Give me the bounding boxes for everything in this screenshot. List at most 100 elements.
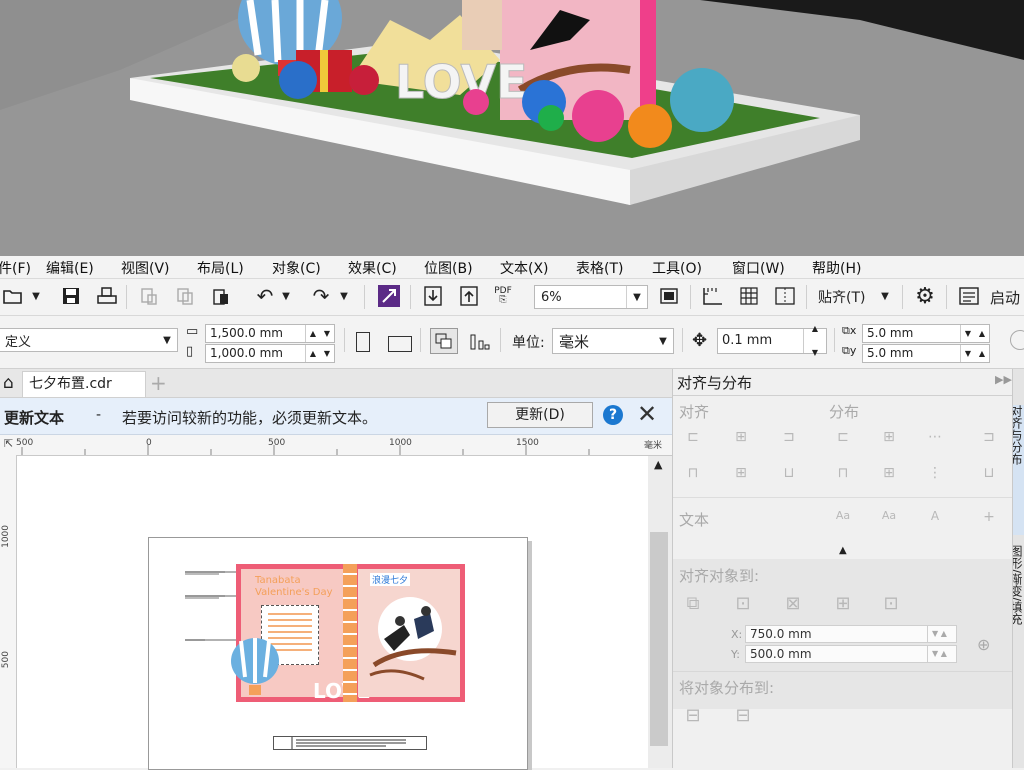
nudge-spinner[interactable]: ▲ ▼ xyxy=(803,324,826,357)
document-tab[interactable]: 七夕布置.cdr xyxy=(22,371,146,397)
launch-button[interactable]: 启动 xyxy=(990,287,1020,308)
undo-chevron-icon[interactable]: ▼ xyxy=(280,285,292,307)
import-icon[interactable] xyxy=(422,285,444,307)
menu-tools[interactable]: 工具(O) xyxy=(652,258,702,278)
snap-chevron-icon[interactable]: ▼ xyxy=(878,285,892,307)
redo-chevron-icon[interactable]: ▼ xyxy=(338,285,350,307)
export-icon[interactable] xyxy=(458,285,480,307)
menu-layout[interactable]: 布局(L) xyxy=(197,258,244,278)
page-width-field[interactable]: 1,500.0 mm ▲ ▼ xyxy=(205,324,335,343)
distribute-center-v-icon[interactable]: ⊞ xyxy=(879,465,899,483)
cut-icon[interactable] xyxy=(138,285,160,307)
welcome-screen-icon[interactable] xyxy=(958,285,980,307)
page-preset-select[interactable]: 定义 ▼ xyxy=(0,328,178,352)
align-y-field[interactable]: 500.0 mm xyxy=(745,645,929,663)
distribute-to-page-icon[interactable]: ⊟ xyxy=(733,705,753,726)
add-tab-button[interactable]: + xyxy=(150,371,167,395)
undo-icon[interactable]: ↶ xyxy=(254,284,276,308)
page-height-field[interactable]: 1,000.0 mm ▲ ▼ xyxy=(205,344,335,363)
text-first-baseline-icon[interactable]: Aa xyxy=(833,509,853,527)
menu-view[interactable]: 视图(V) xyxy=(121,258,170,278)
rulers-icon[interactable] xyxy=(702,285,724,307)
distribute-left-icon[interactable]: ⊏ xyxy=(833,429,853,447)
menu-object[interactable]: 对象(C) xyxy=(272,258,321,278)
guidelines-icon[interactable] xyxy=(774,285,796,307)
vertical-scrollbar[interactable]: ▲ xyxy=(648,456,672,768)
import-corel-icon[interactable] xyxy=(378,285,400,307)
align-x-field[interactable]: 750.0 mm xyxy=(745,625,929,643)
align-to-active-objects-icon[interactable]: ⧉ xyxy=(683,593,703,614)
align-center-h-icon[interactable]: ⊞ xyxy=(731,429,751,447)
close-icon[interactable]: ✕ xyxy=(637,400,657,428)
all-pages-icon[interactable] xyxy=(430,328,458,354)
zoom-level-select[interactable]: 6% ▼ xyxy=(534,285,648,309)
align-to-page-center-icon[interactable]: ⊠ xyxy=(783,593,803,614)
distribute-to-selection-icon[interactable]: ⊟ xyxy=(683,705,703,726)
text-outline-icon[interactable]: + xyxy=(979,509,999,527)
update-button[interactable]: 更新(D) xyxy=(487,402,593,428)
text-bounding-box-icon[interactable]: A xyxy=(925,509,945,527)
open-folder-icon[interactable] xyxy=(2,285,24,307)
distribute-spacing-v-icon[interactable]: ⋮ xyxy=(925,465,945,483)
align-to-grid-icon[interactable]: ⊞ xyxy=(833,593,853,614)
align-right-icon[interactable]: ⊐ xyxy=(779,429,799,447)
menu-effects[interactable]: 效果(C) xyxy=(348,258,397,278)
height-spinner[interactable]: ▲ ▼ xyxy=(305,345,334,362)
x-spinner[interactable]: ▼ ▲ xyxy=(927,625,957,643)
menu-file[interactable]: 件(F) xyxy=(0,258,31,278)
nudge-distance-field[interactable]: 0.1 mm ▲ ▼ xyxy=(717,324,827,357)
distribute-bottom-icon[interactable]: ⊔ xyxy=(979,465,999,483)
duplicate-x-field[interactable]: 5.0 mm ▼ ▲ xyxy=(862,324,990,343)
vertical-ruler[interactable]: 1000 500 xyxy=(0,455,17,768)
document-page[interactable]: Tanabata Valentine's Day LOVE 浪漫七夕 xyxy=(148,537,528,770)
side-tab-fill[interactable]: 图形/渐变/填充 xyxy=(1013,545,1024,745)
menu-text[interactable]: 文本(X) xyxy=(500,258,549,278)
chevron-down-icon[interactable]: ▼ xyxy=(30,285,42,307)
save-icon[interactable] xyxy=(60,285,82,307)
y-spinner[interactable]: ▼ ▲ xyxy=(927,645,957,663)
pdf-export-icon[interactable]: PDF ⎘ xyxy=(492,285,514,307)
align-bottom-icon[interactable]: ⊔ xyxy=(779,465,799,483)
add-page-icon[interactable] xyxy=(1010,330,1024,350)
redo-icon[interactable]: ↷ xyxy=(310,284,332,308)
align-center-v-icon[interactable]: ⊞ xyxy=(731,465,751,483)
distribute-center-h-icon[interactable]: ⊞ xyxy=(879,429,899,447)
menu-window[interactable]: 窗口(W) xyxy=(732,258,785,278)
distribute-top-icon[interactable]: ⊓ xyxy=(833,465,853,483)
copy-icon[interactable] xyxy=(174,285,196,307)
grid-icon[interactable] xyxy=(738,285,760,307)
text-last-baseline-icon[interactable]: Aa xyxy=(879,509,899,527)
units-select[interactable]: 毫米 ▼ xyxy=(552,328,674,354)
home-icon[interactable]: ⌂ xyxy=(3,373,14,393)
scroll-up-icon[interactable]: ▲ xyxy=(654,458,662,471)
align-to-page-edge-icon[interactable]: ⊡ xyxy=(733,593,753,614)
dup-x-spinner[interactable]: ▼ ▲ xyxy=(960,325,989,342)
dup-y-spinner[interactable]: ▼ ▲ xyxy=(960,345,989,362)
side-tab-align[interactable]: 对齐与分布 xyxy=(1013,405,1024,535)
menu-edit[interactable]: 编辑(E) xyxy=(46,258,94,278)
current-page-icon[interactable] xyxy=(468,330,492,352)
width-spinner[interactable]: ▲ ▼ xyxy=(305,325,334,342)
align-to-point-icon[interactable]: ⊡ xyxy=(881,593,901,614)
target-icon[interactable]: ⊕ xyxy=(977,635,990,654)
duplicate-y-field[interactable]: 5.0 mm ▼ ▲ xyxy=(862,344,990,363)
menu-bitmaps[interactable]: 位图(B) xyxy=(424,258,473,278)
portrait-icon[interactable] xyxy=(356,332,370,352)
distribute-spacing-h-icon[interactable]: ⋯ xyxy=(925,429,945,447)
print-icon[interactable] xyxy=(96,285,118,307)
artwork-board[interactable]: Tanabata Valentine's Day LOVE 浪漫七夕 xyxy=(231,564,465,703)
collapse-section-icon[interactable]: ▲ xyxy=(839,545,847,556)
landscape-icon[interactable] xyxy=(388,336,412,352)
help-button[interactable]: ? xyxy=(603,405,623,425)
horizontal-ruler[interactable]: ⇱ 500 0 500 1000 1500 毫米 xyxy=(0,435,672,456)
full-screen-icon[interactable] xyxy=(658,285,680,307)
gear-icon[interactable]: ⚙ xyxy=(914,284,936,309)
menu-table[interactable]: 表格(T) xyxy=(576,258,623,278)
align-top-icon[interactable]: ⊓ xyxy=(683,465,703,483)
docker-expand-icon[interactable]: ▶▶ xyxy=(995,373,1012,386)
scrollbar-thumb[interactable] xyxy=(650,532,668,746)
menu-help[interactable]: 帮助(H) xyxy=(812,258,861,278)
paste-icon[interactable] xyxy=(210,285,232,307)
snap-to-button[interactable]: 贴齐(T) xyxy=(818,287,865,307)
align-left-icon[interactable]: ⊏ xyxy=(683,429,703,447)
